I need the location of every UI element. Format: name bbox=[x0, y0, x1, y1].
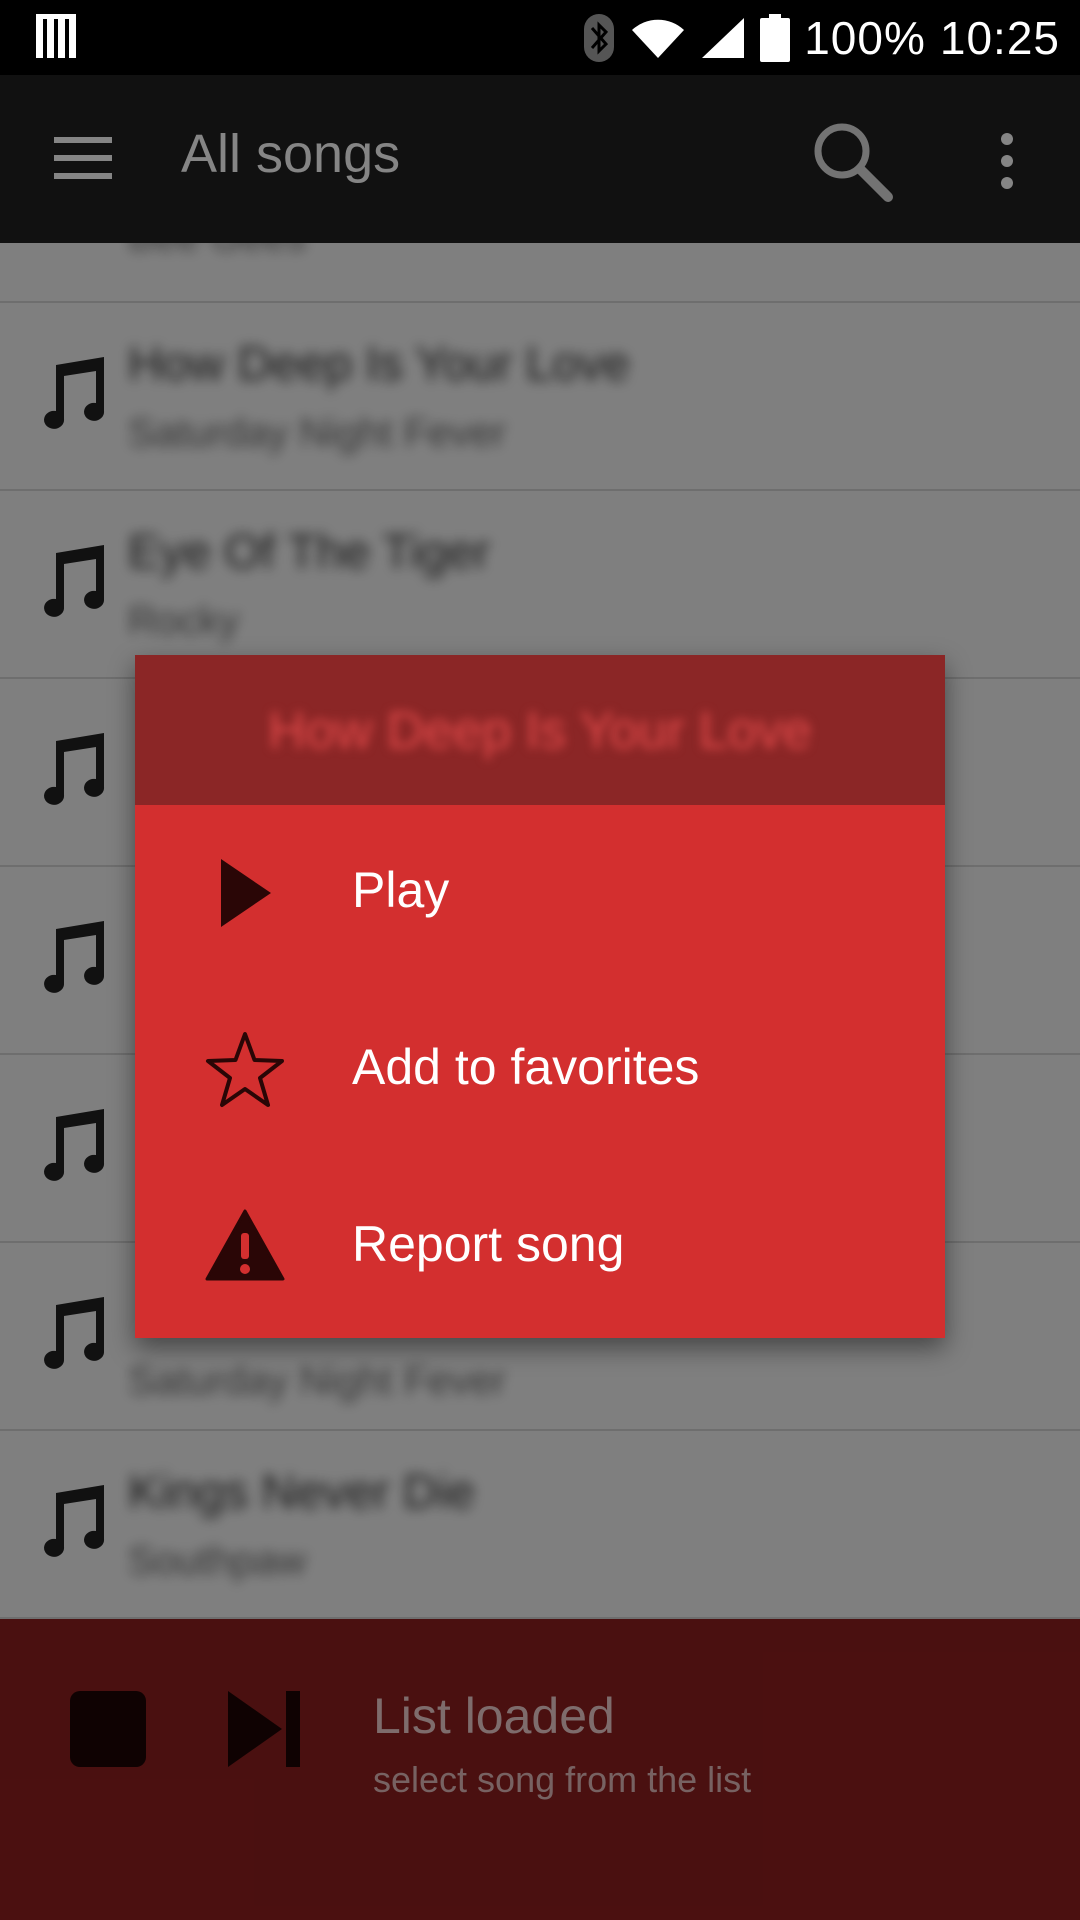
menu-item-report-song[interactable]: Report song bbox=[135, 1159, 945, 1335]
play-icon bbox=[221, 859, 271, 927]
screen: 100% 10:25 All songs Bee Gees bbox=[0, 0, 1080, 1920]
status-icons: 100% 10:25 bbox=[582, 0, 1060, 75]
clock: 10:25 bbox=[939, 11, 1060, 64]
menu-item-label: Play bbox=[352, 862, 450, 918]
dialog-title: How Deep Is Your Love bbox=[268, 702, 812, 760]
star-outline-icon bbox=[206, 1032, 284, 1107]
warning-icon bbox=[205, 1209, 285, 1281]
battery-percent: 100% bbox=[804, 11, 926, 64]
status-bar: 100% 10:25 bbox=[0, 0, 1080, 75]
bluetooth-icon bbox=[584, 13, 615, 62]
menu-item-add-to-favorites[interactable]: Add to favorites bbox=[135, 982, 945, 1158]
sim-card-icon bbox=[36, 14, 76, 58]
battery-icon bbox=[760, 13, 791, 62]
song-options-dialog: How Deep Is Your Love Play Add to favori… bbox=[135, 655, 945, 1338]
signal-icon bbox=[702, 17, 745, 58]
menu-item-label: Add to favorites bbox=[352, 1039, 700, 1095]
menu-item-play[interactable]: Play bbox=[135, 805, 945, 981]
dialog-header: How Deep Is Your Love bbox=[135, 655, 945, 805]
wifi-icon bbox=[632, 19, 685, 58]
menu-item-label: Report song bbox=[352, 1216, 625, 1272]
